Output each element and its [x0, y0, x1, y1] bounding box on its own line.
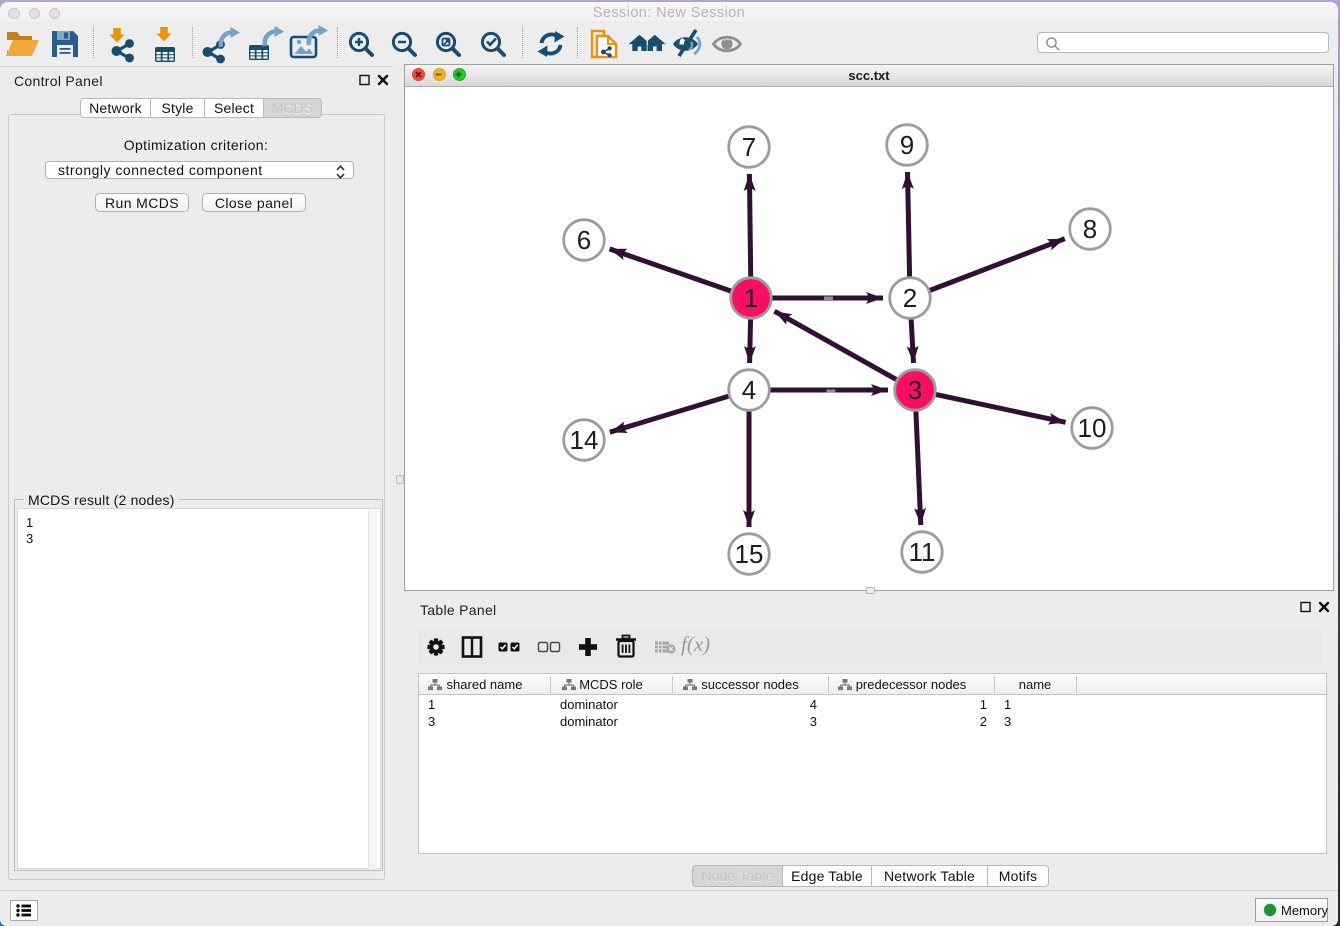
svg-text:7: 7 [742, 132, 756, 162]
svg-text:6: 6 [577, 225, 591, 255]
svg-text:14: 14 [570, 425, 599, 455]
svg-text:4: 4 [742, 375, 756, 405]
svg-text:1: 1 [744, 283, 758, 313]
svg-text:3: 3 [908, 375, 922, 405]
svg-text:9: 9 [900, 130, 914, 160]
svg-text:15: 15 [735, 539, 764, 569]
svg-text:2: 2 [903, 283, 917, 313]
svg-text:11: 11 [909, 537, 936, 567]
svg-text:10: 10 [1078, 413, 1107, 443]
svg-text:8: 8 [1083, 214, 1097, 244]
